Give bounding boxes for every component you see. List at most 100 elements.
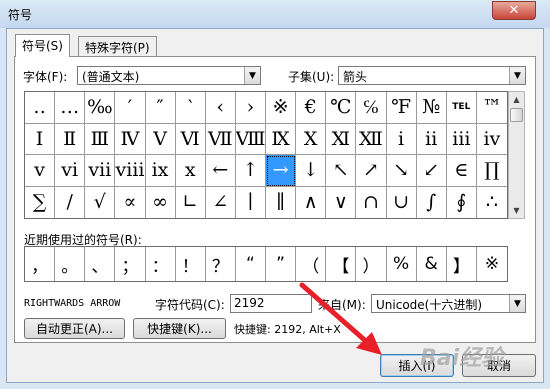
symbol-cell[interactable]: ‥ xyxy=(25,92,56,124)
symbol-cell[interactable]: ∠ xyxy=(206,186,236,218)
symbol-cell[interactable]: ∫ xyxy=(417,186,447,218)
symbol-cell[interactable]: ℃ xyxy=(326,92,357,124)
symbol-cell[interactable]: ∈ xyxy=(446,155,477,187)
symbol-cell[interactable]: ∞ xyxy=(146,186,176,218)
symbol-cell[interactable]: ⅵ xyxy=(55,155,86,187)
symbol-cell[interactable]: ′ xyxy=(115,92,146,124)
symbol-cell[interactable]: Ⅰ xyxy=(25,123,56,155)
symbol-cell[interactable]: ↙ xyxy=(416,155,447,187)
recent-symbol-cell[interactable]: 【 xyxy=(326,247,357,281)
symbol-cell[interactable]: ∩ xyxy=(356,186,387,218)
recent-symbol-cell[interactable]: （ xyxy=(296,247,327,281)
symbol-cell[interactable]: ∕ xyxy=(55,186,86,218)
symbol-cell[interactable]: ∟ xyxy=(176,186,206,218)
symbol-cell[interactable]: ↓ xyxy=(296,155,327,187)
symbol-cell[interactable]: ⅸ xyxy=(145,155,176,187)
symbol-grid-scrollbar[interactable]: ▲ ▼ xyxy=(508,91,525,219)
symbol-cell[interactable]: ⅶ xyxy=(85,155,116,187)
symbol-cell[interactable]: ⅰ xyxy=(386,123,417,155)
recent-symbol-cell[interactable]: 、 xyxy=(85,247,116,281)
symbol-cell[interactable]: ↖ xyxy=(326,155,357,187)
symbol-cell[interactable]: ‰ xyxy=(85,92,116,124)
symbol-cell[interactable]: ↑ xyxy=(235,155,266,187)
close-button[interactable]: ✕ xyxy=(492,1,536,20)
scroll-thumb[interactable] xyxy=(510,108,523,122)
symbol-cell[interactable]: Ⅳ xyxy=(115,123,146,155)
font-select-value: (普通文本) xyxy=(82,70,140,84)
symbol-cell[interactable]: ⅱ xyxy=(416,123,447,155)
recent-symbol-cell[interactable]: ！ xyxy=(176,247,206,281)
symbol-cell[interactable]: ™ xyxy=(476,92,507,124)
symbol-cell[interactable]: Ⅱ xyxy=(55,123,86,155)
symbol-cell[interactable]: ∝ xyxy=(115,186,146,218)
recent-symbol-cell[interactable]: ？ xyxy=(206,247,236,281)
recent-symbol-cell[interactable]: ， xyxy=(25,247,56,281)
symbol-cell[interactable]: ″ xyxy=(145,92,176,124)
tab-symbols[interactable]: 符号(S) xyxy=(15,34,70,57)
symbol-cell[interactable]: ↗ xyxy=(356,155,387,187)
source-label: 来自(M): xyxy=(318,298,366,312)
symbol-cell[interactable]: ∑ xyxy=(25,186,56,218)
subset-select[interactable]: 箭头 ▼ xyxy=(338,66,526,85)
symbol-cell[interactable]: Ⅷ xyxy=(235,123,266,155)
symbol-cell[interactable]: Ⅻ xyxy=(356,123,387,155)
shortcut-key-button[interactable]: 快捷键(K)... xyxy=(133,318,226,339)
symbol-cell[interactable]: ∣ xyxy=(236,186,266,218)
symbol-cell[interactable]: Ⅺ xyxy=(326,123,357,155)
watermark-logo: Bai经验 xyxy=(420,346,504,371)
source-select[interactable]: Unicode(十六进制) ▼ xyxy=(371,294,526,313)
symbol-cell[interactable]: ∥ xyxy=(266,186,297,218)
recent-symbol-cell[interactable]: 。 xyxy=(55,247,86,281)
symbol-cell[interactable]: ⅷ xyxy=(115,155,146,187)
scroll-up-icon[interactable]: ▲ xyxy=(509,92,524,107)
recent-symbol-cell[interactable]: ） xyxy=(356,247,387,281)
symbol-cell[interactable]: ↘ xyxy=(386,155,417,187)
recent-symbol-cell[interactable]: % xyxy=(387,247,417,281)
symbol-cell[interactable]: ∨ xyxy=(326,186,357,218)
symbol-cell[interactable]: ℅ xyxy=(356,92,387,124)
recent-symbol-cell[interactable]: & xyxy=(417,247,447,281)
shortcut-text: 快捷键: 2192, Alt+X xyxy=(234,323,341,336)
recent-symbol-cell[interactable]: ※ xyxy=(477,247,507,281)
recent-symbol-cell[interactable]: “ xyxy=(236,247,266,281)
char-code-input[interactable]: 2192 xyxy=(230,294,312,313)
symbol-cell[interactable]: ‹ xyxy=(205,92,236,124)
recent-symbol-cell[interactable]: ； xyxy=(115,247,146,281)
symbol-cell[interactable]: ∴ xyxy=(477,187,507,219)
symbol-cell[interactable]: ⅴ xyxy=(25,155,56,187)
symbol-cell[interactable]: Ⅹ xyxy=(296,123,327,155)
symbol-cell[interactable]: ‵ xyxy=(175,92,206,124)
recent-symbol-cell[interactable]: 】 xyxy=(447,247,477,281)
symbol-cell[interactable]: › xyxy=(235,92,266,124)
symbol-cell[interactable]: Ⅵ xyxy=(175,123,206,155)
font-label: 字体(F): xyxy=(23,70,68,84)
symbol-cell[interactable]: ⅳ xyxy=(476,124,507,155)
symbol-cell[interactable]: ℉ xyxy=(386,92,417,124)
title-bar: 符号 xyxy=(0,0,550,28)
symbol-cell[interactable]: Ⅶ xyxy=(205,123,236,155)
recent-symbols-row: ，。、；：！？ “” （【）% &】 ※ xyxy=(24,246,508,282)
symbol-cell[interactable]: ∏ xyxy=(476,155,507,187)
tab-special-characters[interactable]: 特殊字符(P) xyxy=(78,36,157,57)
symbol-cell[interactable]: ※ xyxy=(266,92,297,124)
symbol-cell[interactable]: ∧ xyxy=(296,186,327,218)
symbol-cell[interactable]: TEL xyxy=(446,92,477,124)
symbol-cell[interactable]: ⅹ xyxy=(175,155,206,187)
font-select[interactable]: (普通文本) ▼ xyxy=(77,66,261,85)
symbol-cell[interactable]: ⅲ xyxy=(446,123,477,155)
symbol-cell[interactable]: ∪ xyxy=(387,186,417,218)
symbol-cell[interactable]: € xyxy=(296,92,327,124)
symbol-cell[interactable]: Ⅸ xyxy=(266,123,297,155)
symbol-cell[interactable]: № xyxy=(416,92,447,124)
recent-symbol-cell[interactable]: ： xyxy=(146,247,176,281)
recent-symbol-cell[interactable]: ” xyxy=(266,247,297,281)
symbol-cell[interactable]: Ⅲ xyxy=(85,123,116,155)
scroll-down-icon[interactable]: ▼ xyxy=(509,203,524,218)
symbol-cell[interactable]: Ⅴ xyxy=(145,123,176,155)
autocorrect-button[interactable]: 自动更正(A)... xyxy=(24,318,125,339)
symbol-cell[interactable]: … xyxy=(55,92,86,124)
symbol-cell[interactable]: √ xyxy=(85,186,116,218)
symbol-cell[interactable]: ← xyxy=(205,155,236,187)
symbol-cell[interactable]: → xyxy=(266,155,297,187)
symbol-cell[interactable]: ∮ xyxy=(447,186,477,218)
